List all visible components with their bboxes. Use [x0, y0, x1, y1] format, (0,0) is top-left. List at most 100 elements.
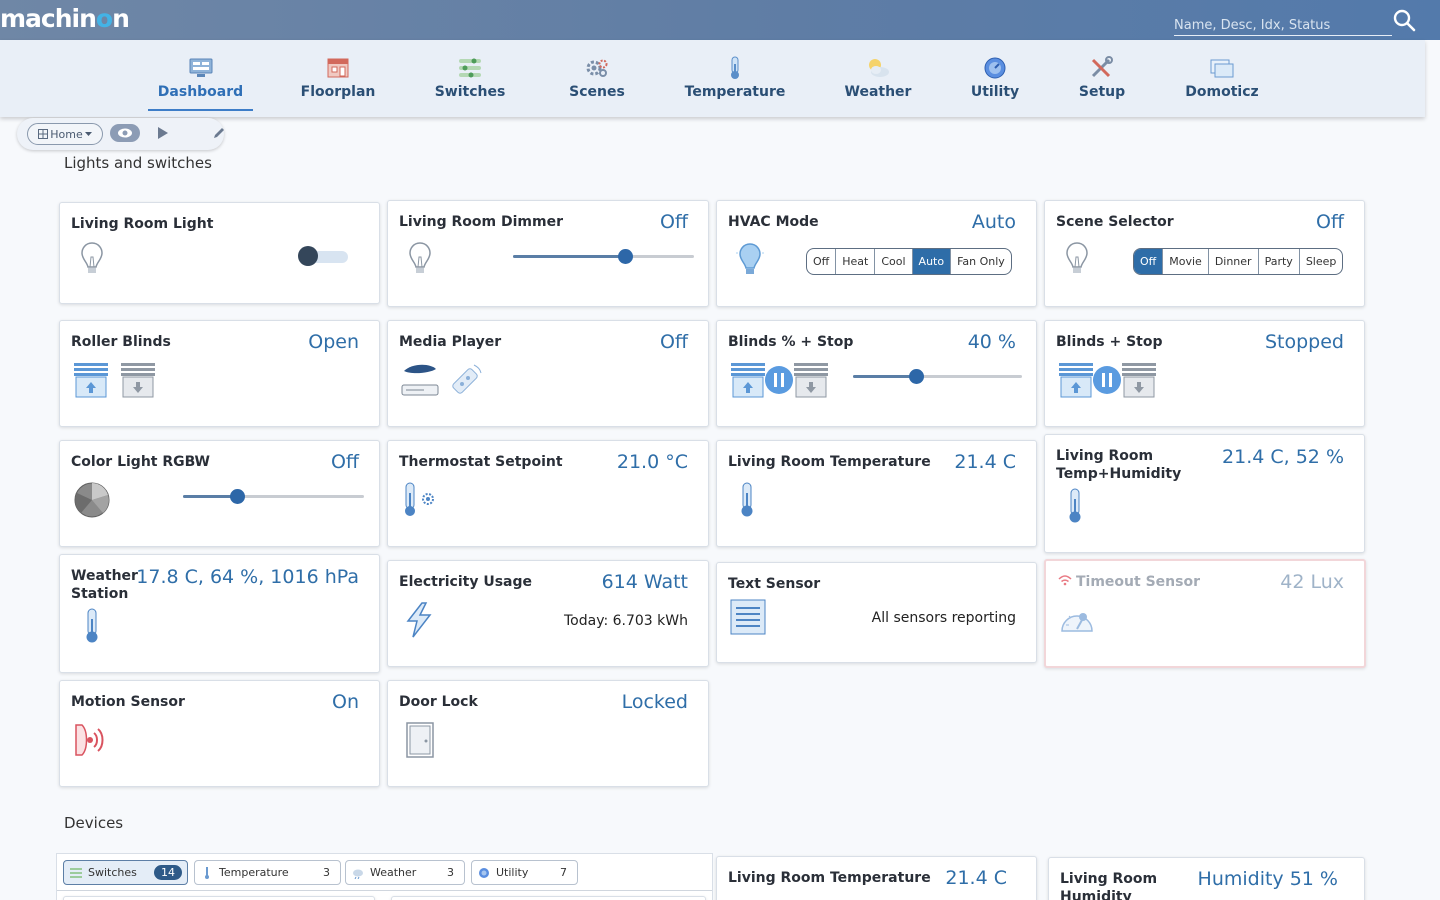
tab-switches[interactable]: Switches 14: [63, 860, 188, 885]
dimmer-slider[interactable]: [513, 249, 694, 264]
color-wheel-icon[interactable]: [73, 481, 111, 519]
scenes-icon: [586, 59, 608, 77]
card-roller-blinds[interactable]: Roller Blinds Open: [59, 320, 380, 427]
top-bar: machinon: [0, 0, 1440, 40]
card-timeout-sensor[interactable]: Timeout Sensor 42 Lux: [1044, 559, 1366, 668]
tab-count: 3: [447, 866, 454, 879]
brightness-slider[interactable]: [183, 489, 364, 504]
scene-option[interactable]: Movie: [1162, 249, 1208, 274]
tab-weather[interactable]: Weather 3: [345, 860, 465, 885]
card-living-room-temperature[interactable]: Living Room Temperature 21.4 C: [716, 440, 1037, 547]
thermometer-icon: [731, 56, 739, 79]
nav-utility[interactable]: Utility: [965, 40, 1025, 112]
dashboard-toolbar: Home: [17, 118, 224, 150]
nav-scenes[interactable]: Scenes: [556, 40, 638, 112]
slider-handle[interactable]: [618, 249, 634, 264]
pencil-icon[interactable]: [212, 126, 226, 140]
blinds-up-icon[interactable]: [73, 361, 111, 399]
hvac-option[interactable]: Cool: [874, 249, 911, 274]
card-scene-selector[interactable]: Scene Selector Off Off Movie Dinner Part…: [1044, 200, 1365, 307]
card-media-player[interactable]: Media Player Off: [387, 320, 709, 427]
search-input[interactable]: [1174, 15, 1392, 36]
scene-selector-options[interactable]: Off Movie Dinner Party Sleep: [1133, 248, 1344, 275]
blinds-down-icon[interactable]: [1121, 361, 1159, 399]
hvac-option[interactable]: Fan Only: [950, 249, 1011, 274]
thermometer-icon: [86, 608, 98, 643]
hvac-mode-selector[interactable]: Off Heat Cool Auto Fan Only: [806, 248, 1012, 275]
card-electricity-usage[interactable]: Electricity Usage 614 Watt Today: 6.703 …: [387, 560, 709, 667]
nav-domoticz[interactable]: Domoticz: [1180, 40, 1264, 112]
card-hvac-mode[interactable]: HVAC Mode Auto Off Heat Cool Auto Fan On…: [716, 200, 1037, 307]
hvac-option-selected[interactable]: Auto: [911, 249, 951, 274]
remote-control-icon[interactable]: [448, 361, 484, 399]
section-title-devices: Devices: [64, 814, 124, 832]
card-thermostat-setpoint[interactable]: Thermostat Setpoint 21.0 °C: [387, 440, 709, 547]
card-living-room-temperature-bottom[interactable]: Living Room Temperature 21.4 C: [716, 856, 1037, 900]
card-status: Stopped: [1264, 331, 1344, 353]
nav-dashboard[interactable]: Dashboard: [148, 40, 253, 112]
nav-setup[interactable]: Setup: [1072, 40, 1132, 112]
nav-weather[interactable]: Weather: [838, 40, 918, 112]
home-label: Home: [50, 127, 83, 141]
card-title: Media Player: [399, 334, 502, 350]
blinds-down-icon[interactable]: [793, 361, 831, 399]
nav-label: Utility: [970, 84, 1020, 100]
nav-floorplan[interactable]: Floorplan: [290, 40, 386, 112]
card-title: Scene Selector: [1056, 214, 1174, 230]
card-motion-sensor[interactable]: Motion Sensor On: [59, 680, 380, 787]
hvac-option[interactable]: Off: [807, 249, 835, 274]
blinds-down-icon[interactable]: [120, 361, 158, 399]
machinon-logo[interactable]: machinon: [0, 4, 130, 33]
power-toggle[interactable]: [298, 245, 348, 267]
card-title: Color Light RGBW: [71, 454, 210, 470]
blinds-up-icon[interactable]: [1058, 361, 1096, 399]
view-toggle-button[interactable]: [110, 124, 140, 142]
bulb-icon: [409, 242, 431, 273]
weather-icon: [869, 59, 889, 77]
card-title: Blinds % + Stop: [728, 334, 854, 350]
card-color-light-rgbw[interactable]: Color Light RGBW Off: [59, 440, 380, 547]
home-dropdown[interactable]: Home: [27, 123, 103, 145]
card-status: Off: [1315, 211, 1344, 233]
slider-handle[interactable]: [230, 489, 246, 504]
stop-icon[interactable]: [764, 365, 794, 395]
bluray-player-icon: [401, 364, 439, 396]
text-lines-icon: [730, 599, 766, 635]
tab-count: 3: [323, 866, 330, 879]
device-card-partial[interactable]: [391, 896, 706, 900]
card-blinds-percent-stop[interactable]: Blinds % + Stop 40 %: [716, 320, 1037, 427]
card-living-room-humidity[interactable]: Living Room Humidity Humidity 51 %: [1048, 857, 1365, 900]
tab-temperature[interactable]: Temperature 3: [194, 860, 341, 885]
card-living-room-dimmer[interactable]: Living Room Dimmer Off: [387, 200, 709, 307]
scene-option[interactable]: Dinner: [1207, 249, 1258, 274]
device-card-partial[interactable]: [63, 896, 375, 900]
card-door-lock[interactable]: Door Lock Locked: [387, 680, 709, 787]
nav-label: Domoticz: [1185, 84, 1259, 100]
nav-switches[interactable]: Switches: [425, 40, 515, 112]
blinds-level-slider[interactable]: [853, 369, 1022, 384]
blinds-up-icon[interactable]: [730, 361, 768, 399]
scene-option[interactable]: Party: [1257, 249, 1299, 274]
eye-icon: [118, 128, 132, 138]
play-icon[interactable]: [157, 126, 169, 140]
card-living-room-temp-humidity[interactable]: Living Room Temp+Humidity 21.4 C, 52 %: [1044, 434, 1365, 553]
hvac-option[interactable]: Heat: [835, 249, 874, 274]
floorplan-icon: [327, 58, 349, 78]
scene-option[interactable]: Sleep: [1298, 249, 1343, 274]
setup-icon: [1091, 56, 1113, 78]
card-text-sensor[interactable]: Text Sensor All sensors reporting: [716, 562, 1037, 663]
stop-icon[interactable]: [1092, 365, 1122, 395]
card-living-room-light[interactable]: Living Room Light: [59, 202, 380, 304]
search-icon[interactable]: [1392, 8, 1416, 32]
card-status: Open: [308, 331, 359, 353]
card-title: Living Room Temp+Humidity: [1056, 448, 1182, 482]
scene-option-selected[interactable]: Off: [1134, 249, 1163, 274]
card-blinds-stop[interactable]: Blinds + Stop Stopped: [1044, 320, 1365, 427]
slider-handle[interactable]: [908, 369, 924, 384]
card-status: 21.4 C, 52 %: [1222, 446, 1344, 468]
nav-label: Switches: [434, 84, 506, 100]
tab-utility[interactable]: Utility 7: [471, 860, 578, 885]
card-weather-station[interactable]: Weather Station 17.8 C, 64 %, 1016 hPa: [59, 554, 380, 673]
nav-temperature[interactable]: Temperature: [680, 40, 790, 112]
lightning-icon: [406, 602, 432, 638]
